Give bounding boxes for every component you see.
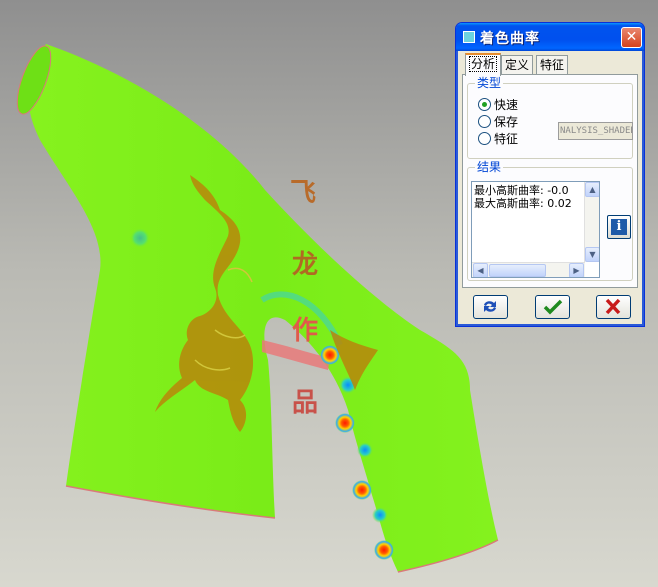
- info-icon: i: [611, 219, 627, 235]
- result-list[interactable]: 最小高斯曲率: -0.0 最大高斯曲率: 0.02 ▲ ▼ ◀ ▶: [471, 181, 600, 278]
- type-group-title: 类型: [475, 76, 504, 90]
- coolspot-2: [357, 442, 373, 458]
- cancel-button[interactable]: [596, 295, 631, 319]
- radio-quick-label: 快速: [494, 98, 519, 112]
- hotspot-2: [335, 413, 355, 433]
- tab-analysis-label: 分析: [469, 56, 498, 72]
- refresh-button[interactable]: [473, 295, 508, 319]
- tab-feature[interactable]: 特征: [536, 55, 569, 74]
- analysis-panel: 类型 快速 保存 特征 NALYSIS_SHADED_1 结果 最小高斯曲率: …: [462, 74, 638, 288]
- radio-save[interactable]: 保存: [478, 114, 518, 130]
- close-icon: ✕: [625, 29, 638, 45]
- dialog-title: 着色曲率: [480, 31, 540, 47]
- hotspot-4: [374, 540, 394, 560]
- type-group: 类型 快速 保存 特征 NALYSIS_SHADED_1: [467, 76, 633, 159]
- refresh-icon: [484, 301, 496, 312]
- scroll-right-button[interactable]: ▶: [569, 263, 584, 277]
- analysis-name-field[interactable]: NALYSIS_SHADED_1: [558, 122, 633, 140]
- coolspot-4: [130, 228, 150, 248]
- tab-definition-label: 定义: [505, 58, 530, 72]
- watermark-char-fei: 飞: [290, 178, 317, 208]
- vertical-scrollbar[interactable]: ▲ ▼: [584, 182, 599, 262]
- radio-feature-label: 特征: [494, 132, 519, 146]
- close-button[interactable]: ✕: [621, 27, 642, 48]
- dialog-titlebar[interactable]: 着色曲率 ✕: [456, 23, 644, 51]
- watermark-char-pin: 品: [292, 388, 319, 418]
- result-group-title: 结果: [475, 160, 504, 174]
- watermark-char-long: 龙: [292, 250, 319, 280]
- watermark-char-zuo: 作: [292, 316, 319, 346]
- tab-definition[interactable]: 定义: [501, 55, 534, 74]
- shaded-curvature-dialog: 着色曲率 ✕ 分析 定义 特征 类型 快速 保存 特征 NALYSIS_SHAD…: [455, 22, 645, 327]
- model-surface: [28, 44, 498, 572]
- max-gaussian-curvature: 最大高斯曲率: 0.02: [474, 197, 572, 210]
- horizontal-scrollbar[interactable]: ◀ ▶: [472, 262, 585, 277]
- cancel-x-icon: [605, 298, 621, 315]
- dialog-icon: [463, 31, 475, 43]
- scroll-up-button[interactable]: ▲: [585, 182, 599, 197]
- ok-button[interactable]: [535, 295, 570, 319]
- horizontal-scroll-thumb[interactable]: [489, 264, 546, 277]
- scroll-left-button[interactable]: ◀: [473, 263, 488, 277]
- radio-save-button[interactable]: [478, 115, 491, 128]
- info-button[interactable]: i: [607, 215, 631, 239]
- tab-feature-label: 特征: [540, 58, 565, 72]
- min-gaussian-curvature: 最小高斯曲率: -0.0: [474, 184, 569, 197]
- result-group: 结果 最小高斯曲率: -0.0 最大高斯曲率: 0.02 ▲ ▼ ◀ ▶ i: [467, 160, 633, 281]
- scroll-down-button[interactable]: ▼: [585, 247, 599, 262]
- tab-analysis[interactable]: 分析: [465, 53, 502, 76]
- radio-save-label: 保存: [494, 115, 519, 129]
- radio-feature-button[interactable]: [478, 132, 491, 145]
- radio-feature[interactable]: 特征: [478, 131, 518, 147]
- radio-quick-button[interactable]: [478, 98, 491, 111]
- checkmark-icon: [543, 299, 563, 315]
- radio-quick[interactable]: 快速: [478, 97, 518, 113]
- coolspot-3: [372, 507, 388, 523]
- hotspot-3: [352, 480, 372, 500]
